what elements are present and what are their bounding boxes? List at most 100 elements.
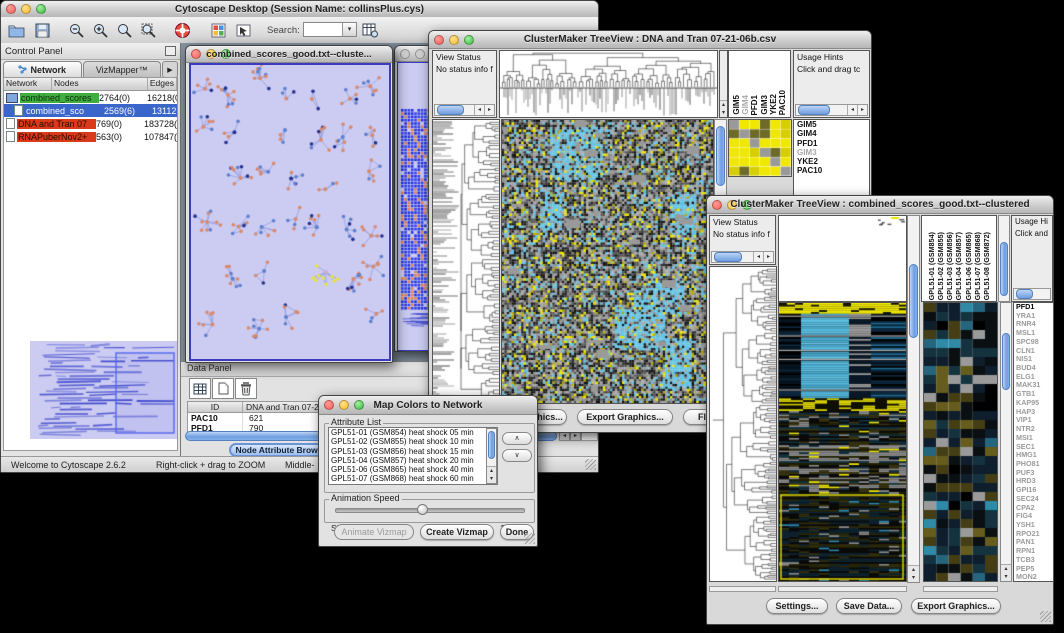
dialog-titlebar[interactable]: Map Colors to Network: [319, 396, 537, 415]
attribute-item[interactable]: GPL51-07 (GSM868) heat shock 60 min: [329, 474, 497, 483]
node-attribute-browser-tab[interactable]: Node Attribute Brows: [229, 443, 329, 457]
network-list-row[interactable]: combined_scores 2764(0) 16218(0): [4, 91, 177, 104]
column-dendrogram-overview[interactable]: [499, 50, 718, 118]
view-status-hscrollbar[interactable]: ◂▸: [434, 104, 495, 116]
scroll-arrows[interactable]: ▴▾: [908, 565, 919, 582]
resize-grip[interactable]: [585, 459, 596, 470]
scroll-arrows[interactable]: ▴▾: [487, 466, 496, 483]
row-dendrogram-panel[interactable]: [432, 119, 500, 404]
treeview-2-titlebar[interactable]: ClusterMaker TreeView : combined_scores_…: [707, 196, 1053, 214]
open-file-icon[interactable]: [5, 20, 27, 40]
column-label[interactable]: PAC10: [778, 90, 787, 115]
delete-attribute-trash-icon[interactable]: [235, 378, 257, 399]
heatmap-hscrollbar[interactable]: [778, 586, 907, 592]
resize-grip[interactable]: [1040, 611, 1051, 622]
column-label[interactable]: GPL51-06 (GSM865): [964, 232, 973, 300]
heatmap-main-view[interactable]: [501, 119, 714, 404]
scroll-arrows[interactable]: ▴▾: [1001, 564, 1011, 581]
float-panel-icon[interactable]: [165, 46, 176, 56]
scrollbar-thumb[interactable]: [488, 431, 495, 459]
attribute-item[interactable]: GPL51-02 (GSM855) heat shock 10 min: [329, 437, 497, 446]
scrollbar-thumb[interactable]: [437, 105, 464, 115]
gene-label[interactable]: YKE2: [794, 157, 869, 166]
move-down-button[interactable]: ∨: [502, 449, 532, 462]
minimize-icon[interactable]: [415, 49, 425, 59]
usage-hints-hscrollbar[interactable]: ◂▸: [795, 104, 868, 116]
zoomed-matrix-view[interactable]: [728, 119, 792, 177]
attribute-item[interactable]: GPL51-06 (GSM865) heat shock 40 min: [329, 465, 497, 474]
scrollbar-thumb[interactable]: [716, 126, 725, 186]
zoom-selected-icon[interactable]: [137, 20, 159, 40]
column-label[interactable]: GIM5: [732, 95, 741, 115]
slider-thumb[interactable]: [417, 504, 428, 515]
scroll-left-icon[interactable]: ◂: [474, 105, 484, 115]
view-status-hscrollbar[interactable]: ◂▸: [711, 251, 774, 263]
column-dendrogram-overview[interactable]: [778, 215, 907, 302]
column-label[interactable]: PFD1: [750, 95, 759, 115]
gene-label[interactable]: MON2: [1014, 573, 1053, 582]
column-label[interactable]: GIM4: [741, 95, 750, 115]
gene-label[interactable]: GIM3: [794, 148, 869, 157]
network-list-column-header[interactable]: Nodes: [52, 78, 148, 90]
dendrogram-hscrollbar[interactable]: [709, 586, 776, 592]
new-attribute-icon[interactable]: [212, 378, 234, 399]
attribute-item[interactable]: GPL51-03 (GSM856) heat shock 15 min: [329, 447, 497, 456]
column-label[interactable]: GPL51-02 (GSM855): [936, 232, 945, 300]
network-list-column-header[interactable]: Edges: [148, 78, 177, 90]
scrollbar-thumb[interactable]: [714, 252, 742, 262]
scroll-left-icon[interactable]: ◂: [753, 252, 763, 262]
usage-hints-hscrollbar[interactable]: [1013, 288, 1051, 300]
network-list-row[interactable]: combined_sco 2569(6) 13112(15): [4, 104, 177, 117]
column-label[interactable]: GPL51-08 (GSM872): [982, 232, 991, 300]
control-panel-tab[interactable]: VizMapper™: [83, 61, 162, 78]
zoomed-view-scrollbar[interactable]: ▴▾: [1000, 302, 1012, 582]
heatmap-vscrollbar[interactable]: ▴▾: [907, 215, 920, 583]
network-window-1-titlebar[interactable]: combined_scores_good.txt--cluste...: [186, 46, 392, 63]
scroll-left-icon[interactable]: ◂: [847, 105, 857, 115]
save-icon[interactable]: [31, 20, 53, 40]
row-dendrogram-panel[interactable]: [709, 266, 777, 582]
close-icon[interactable]: [400, 49, 410, 59]
vizmapper-icon[interactable]: [207, 20, 229, 40]
zoom-in-icon[interactable]: [89, 20, 111, 40]
export-graphics-button[interactable]: Export Graphics...: [577, 409, 673, 425]
column-label[interactable]: GIM3: [760, 95, 769, 115]
column-label[interactable]: GPL51-03 (GSM856): [945, 232, 954, 300]
zoomed-view-hscrollbar[interactable]: [923, 586, 998, 592]
attribute-item[interactable]: GPL51-04 (GSM857) heat shock 20 min: [329, 456, 497, 465]
zoomed-heatmap-view[interactable]: [923, 302, 998, 582]
column-label[interactable]: GPL51-01 (GSM854): [927, 232, 936, 300]
scroll-arrows[interactable]: ▴▾: [720, 100, 727, 117]
network-overview-thumbnail[interactable]: [30, 341, 178, 439]
column-label[interactable]: YKE2: [769, 94, 778, 115]
animation-speed-slider[interactable]: [335, 508, 525, 513]
id-column-header[interactable]: ID: [188, 402, 243, 412]
move-up-button[interactable]: ∧: [502, 432, 532, 445]
network-list-row[interactable]: RNAPuberNov2+ 563(0) 107847(0): [4, 130, 177, 143]
import-table-icon[interactable]: [359, 20, 381, 40]
resize-grip[interactable]: [524, 533, 535, 544]
heatmap-main-view[interactable]: [778, 302, 907, 582]
scroll-right-icon[interactable]: ▸: [763, 252, 773, 262]
gene-label[interactable]: GIM5: [794, 120, 869, 129]
help-icon[interactable]: [171, 20, 193, 40]
create-vizmap-button[interactable]: Create Vizmap: [420, 524, 494, 540]
settings-button[interactable]: Settings...: [766, 598, 828, 614]
save-data-button[interactable]: Save Data...: [836, 598, 902, 614]
more-tabs-button[interactable]: ▶: [162, 61, 178, 78]
export-graphics-button[interactable]: Export Graphics...: [911, 598, 1001, 614]
attribute-list-scrollbar[interactable]: ▴▾: [486, 428, 497, 484]
search-dropdown-icon[interactable]: ▾: [342, 23, 356, 36]
scrollbar-thumb[interactable]: [1000, 242, 1008, 296]
column-label[interactable]: GPL51-07 (GSM868): [973, 232, 982, 300]
main-titlebar[interactable]: Cytoscape Desktop (Session Name: collins…: [1, 1, 598, 18]
control-panel-tab[interactable]: Network: [3, 61, 82, 78]
scrollbar-thumb[interactable]: [1016, 289, 1033, 299]
zoom-fit-icon[interactable]: [113, 20, 135, 40]
search-input[interactable]: ▾: [303, 22, 357, 37]
attribute-item[interactable]: GPL51-01 (GSM854) heat shock 05 min: [329, 428, 497, 437]
select-attributes-icon[interactable]: [189, 378, 211, 399]
network-view-canvas-1[interactable]: [189, 63, 391, 361]
zoom-out-icon[interactable]: [65, 20, 87, 40]
gene-label[interactable]: GIM4: [794, 129, 869, 138]
